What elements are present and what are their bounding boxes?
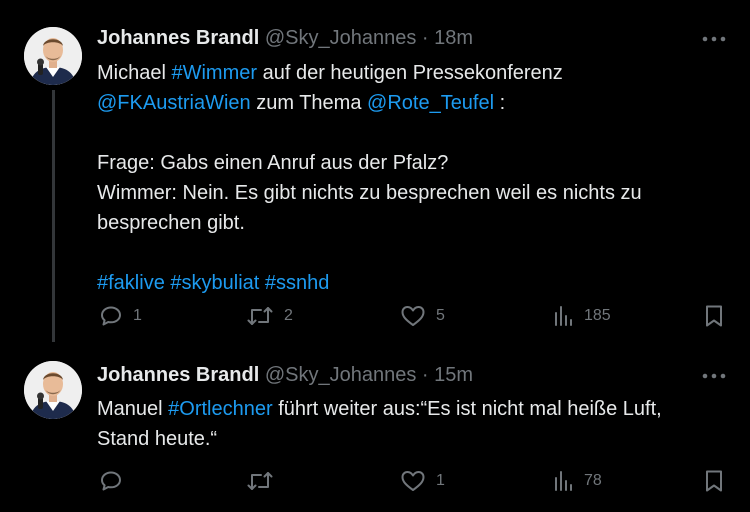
avatar[interactable]	[24, 27, 82, 85]
bookmark-icon	[706, 470, 722, 492]
hashtag-link[interactable]: #Wimmer	[171, 62, 257, 84]
like-count: 1	[436, 472, 445, 489]
text-segment: zum Thema	[250, 92, 368, 114]
text-segment: Manuel	[97, 398, 169, 420]
mention-link[interactable]: @FKAustriaWien	[97, 92, 251, 114]
text-segment: Wimmer: Nein. Es gibt nichts zu besprech…	[97, 182, 642, 204]
like-count: 5	[436, 307, 445, 324]
text-line: Michael #Wimmer auf der heutigen Pressek…	[97, 58, 737, 88]
retweet-button[interactable]	[246, 466, 274, 496]
more-options-button[interactable]	[700, 366, 728, 386]
timestamp[interactable]: 15m	[434, 364, 473, 386]
tweet-text: Manuel #Ortlechner führt weiter aus:“Es …	[97, 394, 737, 454]
retweet-icon	[247, 472, 273, 490]
retweet-icon	[247, 307, 273, 325]
text-segment: :	[494, 92, 506, 114]
author-handle[interactable]: @Sky_Johannes	[265, 364, 417, 386]
text-line: @FKAustriaWien zum Thema @Rote_Teufel :	[97, 88, 737, 118]
text-segment: Frage: Gabs einen Anruf aus der Pfalz?	[97, 152, 449, 174]
text-segment: besprechen gibt.	[97, 212, 245, 234]
hashtag-link[interactable]: #ssnhd	[265, 272, 330, 294]
bookmark-button[interactable]	[703, 301, 725, 331]
views-count: 185	[584, 307, 611, 324]
hashtag-link[interactable]: #skybuliat	[170, 272, 259, 294]
timestamp[interactable]: 18m	[434, 27, 473, 49]
hashtag-link[interactable]: #Ortlechner	[168, 398, 273, 420]
views-button[interactable]: 78	[552, 466, 602, 496]
text-segment: führt weiter aus:“Es ist nicht mal heiße…	[272, 398, 662, 420]
action-bar: 1 78	[0, 466, 750, 496]
separator: ·	[421, 27, 429, 49]
author-handle[interactable]: @Sky_Johannes	[265, 27, 417, 49]
retweet-button[interactable]: 2	[246, 301, 293, 331]
reply-count: 1	[133, 307, 142, 324]
separator: ·	[421, 364, 429, 386]
mention-link[interactable]: @Rote_Teufel	[367, 92, 494, 114]
like-heart-icon	[401, 306, 425, 326]
reply-icon	[101, 306, 121, 326]
views-analytics-icon	[555, 471, 572, 491]
text-line: Manuel #Ortlechner führt weiter aus:“Es …	[97, 394, 737, 424]
more-options-button[interactable]	[700, 29, 728, 49]
like-button[interactable]: 1	[400, 466, 445, 496]
reply-icon	[101, 471, 121, 491]
more-horizontal-icon	[702, 36, 726, 42]
more-horizontal-icon	[702, 373, 726, 379]
reply-button[interactable]: 1	[99, 301, 142, 331]
text-line: besprechen gibt.	[97, 208, 737, 238]
action-bar: 1 2 5 185	[0, 301, 750, 331]
views-count: 78	[584, 472, 602, 489]
like-button[interactable]: 5	[400, 301, 445, 331]
text-segment: Stand heute.“	[97, 428, 218, 450]
text-line: #faklive #skybuliat #ssnhd	[97, 268, 737, 298]
author-name[interactable]: Johannes Brandl	[97, 364, 259, 386]
tweet[interactable]: Johannes Brandl @Sky_Johannes · 15m Manu…	[0, 345, 750, 512]
tweet-text: Michael #Wimmer auf der heutigen Pressek…	[97, 58, 737, 298]
bookmark-icon	[706, 305, 722, 327]
tweet-header: Johannes Brandl @Sky_Johannes · 18m	[97, 26, 473, 50]
views-analytics-icon	[555, 306, 572, 326]
text-line: Wimmer: Nein. Es gibt nichts zu besprech…	[97, 178, 737, 208]
text-segment: auf der heutigen Pressekonferenz	[257, 62, 563, 84]
author-name[interactable]: Johannes Brandl	[97, 27, 259, 49]
retweet-count: 2	[284, 307, 293, 324]
text-segment: Michael	[97, 62, 172, 84]
bookmark-button[interactable]	[703, 466, 725, 496]
tweet-header: Johannes Brandl @Sky_Johannes · 15m	[97, 363, 473, 387]
tweet[interactable]: Johannes Brandl @Sky_Johannes · 18m Mich…	[0, 0, 750, 345]
hashtag-link[interactable]: #faklive	[97, 272, 165, 294]
text-line: Stand heute.“	[97, 424, 737, 454]
text-line: Frage: Gabs einen Anruf aus der Pfalz?	[97, 148, 737, 178]
reply-button[interactable]	[99, 466, 123, 496]
like-heart-icon	[401, 471, 425, 491]
views-button[interactable]: 185	[552, 301, 611, 331]
avatar[interactable]	[24, 361, 82, 419]
